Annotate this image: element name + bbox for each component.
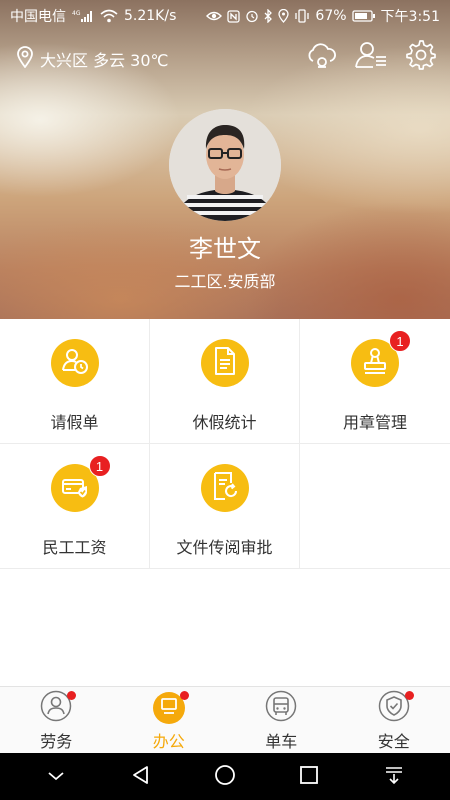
grid-item-seal-management[interactable]: 1 用章管理 <box>300 319 450 444</box>
bluetooth-icon <box>264 9 273 23</box>
home-button[interactable] <box>207 759 243 795</box>
tab-notification-dot <box>179 691 189 700</box>
recents-button[interactable] <box>291 759 327 795</box>
settings-button[interactable] <box>404 40 438 74</box>
tab-notification-dot <box>404 691 414 700</box>
leave-request-icon-circle <box>50 339 99 387</box>
status-bar: 中国电信 4G 5.21K/s 67% 下午3:51 <box>0 0 450 32</box>
clock-time: 下午3:51 <box>380 9 440 25</box>
file-refresh-icon <box>211 471 239 505</box>
home-circle-icon <box>214 764 236 790</box>
contacts-button[interactable] <box>354 40 388 74</box>
grid-item-label: 请假单 <box>50 413 99 432</box>
network-speed: 5.21K/s <box>124 8 177 24</box>
grid-row: 请假单 休假统计 1 用章管理 <box>0 319 450 444</box>
grid-item-label: 文件传阅审批 <box>176 538 273 557</box>
bike-tab-icon-wrap <box>265 690 297 726</box>
chevron-down-icon <box>47 767 65 786</box>
battery-icon <box>351 10 376 22</box>
pull-down-icon <box>384 765 404 789</box>
worker-wages-icon-circle: 1 <box>50 455 111 512</box>
user-list-icon <box>354 40 388 74</box>
recents-square-icon <box>299 765 319 789</box>
system-navigation-bar <box>0 753 450 800</box>
document-approval-icon-circle <box>200 464 249 512</box>
tab-safety[interactable]: 安全 <box>338 687 450 753</box>
location-weather[interactable]: 大兴区 多云 30℃ <box>16 46 169 72</box>
back-triangle-icon <box>131 765 151 789</box>
seal-management-icon-circle: 1 <box>351 330 411 387</box>
grid-item-worker-wages[interactable]: 1 民工工资 <box>0 444 150 569</box>
notification-badge: 1 <box>88 455 111 477</box>
map-pin-icon <box>16 46 34 72</box>
tab-label: 劳务 <box>40 732 73 751</box>
bottom-tab-bar: 劳务 办公 单车 安全 <box>0 686 450 753</box>
grid-item-label: 用章管理 <box>342 413 407 432</box>
app-screen: 中国电信 4G 5.21K/s 67% 下午3:51 大兴区 多云 30℃ 李世… <box>0 0 450 800</box>
tab-label: 办公 <box>152 732 185 751</box>
avatar[interactable] <box>169 109 281 221</box>
grid-item-label: 休假统计 <box>192 413 257 432</box>
grid-item-leave-statistics[interactable]: 休假统计 <box>150 319 300 444</box>
tab-labor[interactable]: 劳务 <box>0 687 113 753</box>
profile-header: 中国电信 4G 5.21K/s 67% 下午3:51 大兴区 多云 30℃ 李世… <box>0 0 450 319</box>
grid-item-label: 民工工资 <box>42 538 107 557</box>
user-department: 二工区.安质部 <box>174 272 276 291</box>
clock-person-icon <box>60 346 90 380</box>
nfc-icon <box>227 9 241 23</box>
user-name: 李世文 <box>189 235 261 263</box>
grid-item-document-approval[interactable]: 文件传阅审批 <box>150 444 300 569</box>
tab-office[interactable]: 办公 <box>113 687 226 753</box>
carrier-name: 中国电信 <box>10 9 66 25</box>
wallet-card-icon <box>60 471 90 505</box>
tab-label: 单车 <box>265 732 298 751</box>
labor-tab-icon-wrap <box>40 690 77 724</box>
notification-badge: 1 <box>389 330 411 352</box>
tab-bike[interactable]: 单车 <box>225 687 338 753</box>
stamp-icon <box>360 346 390 380</box>
document-icon <box>212 346 238 380</box>
cloud-weather-button[interactable] <box>304 40 338 74</box>
header-actions <box>304 40 438 74</box>
office-tab-icon-wrap <box>152 691 189 724</box>
signal-icon: 4G <box>72 9 94 23</box>
gear-icon <box>405 39 437 75</box>
tab-notification-dot <box>67 691 77 700</box>
tab-label: 安全 <box>377 732 410 751</box>
wifi-icon <box>100 9 118 23</box>
grid-item-leave-request[interactable]: 请假单 <box>0 319 150 444</box>
bus-icon <box>265 690 297 726</box>
grid-row: 1 民工工资 文件传阅审批 <box>0 444 450 569</box>
alarm-icon <box>245 9 259 23</box>
vibrate-icon <box>294 9 310 23</box>
cloud-icon <box>305 41 337 73</box>
back-button[interactable] <box>123 759 159 795</box>
svg-text:4G: 4G <box>72 10 81 17</box>
notification-pull-button[interactable] <box>376 759 412 795</box>
monitor-icon <box>159 696 179 720</box>
hide-nav-button[interactable] <box>38 759 74 795</box>
safety-tab-icon-wrap <box>378 690 414 724</box>
battery-percent: 67% <box>315 8 347 24</box>
grid-item-empty <box>300 444 450 569</box>
location-status-icon <box>278 9 290 23</box>
function-grid: 请假单 休假统计 1 用章管理 1 民工工资 文件传阅审批 <box>0 319 450 569</box>
location-weather-text: 大兴区 多云 30℃ <box>40 51 169 70</box>
avatar-photo <box>169 109 281 221</box>
leave-statistics-icon-circle <box>200 339 249 387</box>
eye-icon <box>206 10 223 22</box>
